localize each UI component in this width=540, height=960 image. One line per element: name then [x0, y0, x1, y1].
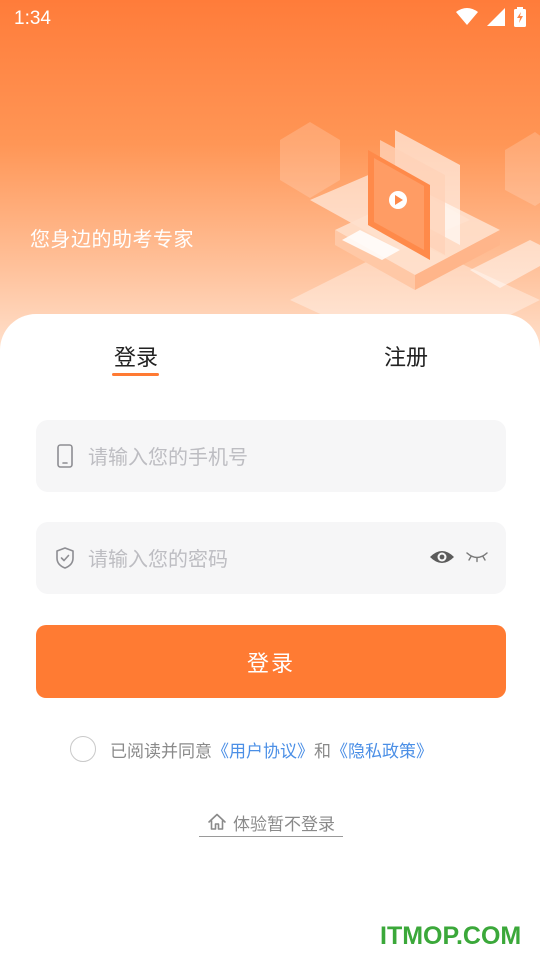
battery-icon — [514, 7, 526, 27]
home-icon — [208, 813, 226, 830]
wifi-icon — [456, 8, 478, 25]
eye-icon[interactable] — [429, 546, 455, 568]
status-icons — [456, 7, 526, 27]
tab-register[interactable]: 注册 — [382, 340, 430, 372]
login-button[interactable]: 登录 — [36, 625, 506, 698]
tab-login[interactable]: 登录 — [112, 340, 160, 372]
password-field[interactable] — [36, 522, 506, 596]
shield-icon — [56, 547, 74, 569]
status-time: 1:34 — [14, 8, 51, 29]
privacy-policy-link[interactable]: 《隐私政策》 — [331, 737, 433, 762]
user-agreement-link[interactable]: 《用户协议》 — [212, 737, 314, 762]
exam-illustration — [280, 122, 540, 340]
phone-input[interactable] — [86, 420, 420, 494]
status-bar: 1:34 — [0, 0, 540, 36]
agreement-checkbox[interactable] — [70, 736, 96, 762]
watermark: ITMOP.COM — [380, 922, 522, 950]
active-tab-indicator — [112, 373, 159, 376]
hero-banner: 1:34 您身边的助考专家 — [0, 0, 540, 360]
signal-icon — [487, 8, 505, 26]
agreement-and: 和 — [314, 741, 331, 762]
phone-field[interactable] — [36, 420, 506, 494]
guest-login-label: 体验暂不登录 — [233, 814, 335, 835]
phone-icon — [57, 444, 73, 468]
agreement-row: 已阅读并同意 《用户协议》 和 《隐私政策》 — [70, 735, 433, 763]
eye-closed-icon[interactable] — [465, 548, 489, 566]
password-input[interactable] — [86, 522, 420, 596]
agreement-prefix: 已阅读并同意 — [110, 741, 212, 762]
guest-login-link[interactable]: 体验暂不登录 — [199, 808, 343, 837]
hero-tagline: 您身边的助考专家 — [30, 227, 194, 251]
